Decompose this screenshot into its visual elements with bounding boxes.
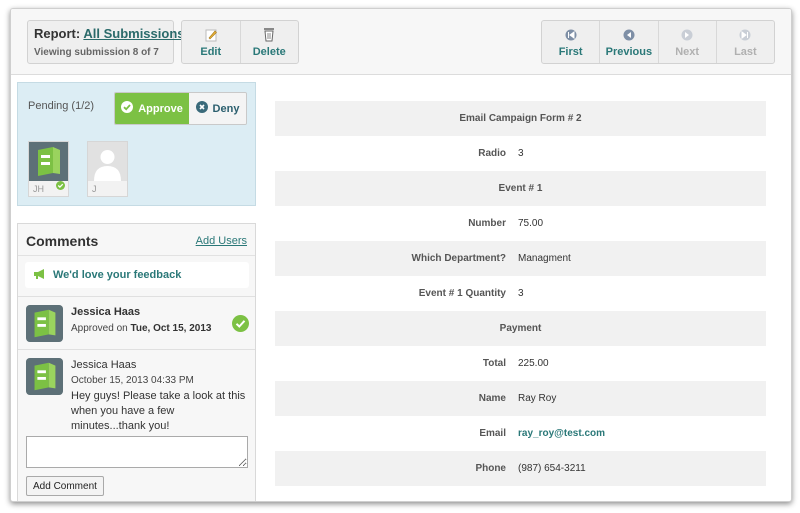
- edit-label: Edit: [200, 45, 222, 58]
- comment-input[interactable]: [26, 436, 248, 468]
- approver-card[interactable]: JH: [28, 141, 69, 197]
- approval-buttons: Approve Deny: [114, 92, 247, 125]
- approved-check-icon: [56, 181, 65, 193]
- field-value: 75.00: [518, 218, 544, 229]
- field-row: Email ray_roy@test.com: [275, 416, 766, 451]
- delete-button[interactable]: Delete: [239, 21, 299, 63]
- edit-button[interactable]: Edit: [182, 21, 240, 63]
- field-label: Which Department?: [411, 253, 506, 264]
- approver-initials: JH: [33, 184, 44, 194]
- approver-card[interactable]: J: [87, 141, 128, 197]
- field-value: 225.00: [518, 358, 549, 369]
- megaphone-icon: [33, 268, 47, 283]
- pager: First Previous Next Last: [541, 20, 775, 64]
- comment-text: Hey guys! Please take a look at this whe…: [71, 390, 246, 432]
- previous-icon: [623, 27, 635, 43]
- field-label: Name: [478, 393, 506, 404]
- section-row: Event # 1: [275, 171, 766, 206]
- approved-check-icon: [232, 315, 249, 335]
- section-title: Payment: [499, 323, 542, 334]
- logo-avatar: [29, 142, 68, 181]
- section-title: Event # 1: [498, 183, 543, 194]
- first-button[interactable]: First: [542, 21, 599, 63]
- comments-title: Comments: [26, 233, 99, 249]
- trash-icon: [262, 27, 276, 43]
- approve-button[interactable]: Approve: [115, 93, 189, 124]
- user-placeholder-icon: [88, 142, 127, 181]
- delete-label: Delete: [252, 45, 286, 58]
- last-icon: [739, 27, 751, 43]
- field-row: Number 75.00: [275, 206, 766, 241]
- last-button[interactable]: Last: [715, 21, 774, 63]
- feedback-link[interactable]: We'd love your feedback: [25, 262, 249, 288]
- field-value: (987) 654-3211: [518, 463, 586, 474]
- field-row: Phone (987) 654-3211: [275, 451, 766, 486]
- comments-header: Comments Add Users: [18, 224, 255, 256]
- comment-timestamp: October 15, 2013 04:33 PM: [71, 375, 194, 386]
- add-comment-button[interactable]: Add Comment: [26, 476, 104, 496]
- field-row: Which Department? Managment: [275, 241, 766, 276]
- next-button[interactable]: Next: [657, 21, 716, 63]
- action-group: Edit Delete: [181, 20, 299, 64]
- section-title: Email Campaign Form # 2: [459, 113, 582, 124]
- comment-body: Hey guys! Please take a look at this whe…: [26, 389, 249, 434]
- logo-avatar: [26, 305, 63, 342]
- add-users-link[interactable]: Add Users: [196, 235, 247, 247]
- approved-on-label: Approved on: [71, 323, 128, 334]
- field-label: Email: [479, 428, 506, 439]
- approval-panel: Pending (1/2) Approve Deny JH J: [17, 82, 256, 206]
- approve-label: Approve: [138, 102, 183, 115]
- comment-entry: Jessica Haas October 15, 2013 04:33 PM H…: [18, 349, 255, 432]
- submission-window: Report: All Submissions Viewing submissi…: [10, 8, 792, 502]
- field-value: Managment: [518, 253, 571, 264]
- submission-details: Email Campaign Form # 2 Radio 3 Event # 1 Nu…: [275, 101, 766, 486]
- field-label: Number: [468, 218, 506, 229]
- field-row: Name Ray Roy: [275, 381, 766, 416]
- field-value: 3: [518, 148, 524, 159]
- section-row: Payment: [275, 311, 766, 346]
- next-label: Next: [675, 45, 700, 58]
- field-row: Radio 3: [275, 136, 766, 171]
- feedback-label: We'd love your feedback: [53, 269, 182, 281]
- all-submissions-link[interactable]: All Submissions: [83, 26, 184, 41]
- pending-count: Pending (1/2): [28, 100, 95, 112]
- approved-date: Tue, Oct 15, 2013: [130, 323, 212, 334]
- field-row: Total 225.00: [275, 346, 766, 381]
- report-info: Report: All Submissions Viewing submissi…: [27, 20, 185, 64]
- email-link[interactable]: ray_roy@test.com: [518, 428, 766, 439]
- field-label: Radio: [478, 148, 506, 159]
- comment-entry: Jessica Haas Approved on Tue, Oct 15, 20…: [18, 296, 255, 349]
- field-row: Event # 1 Quantity 3: [275, 276, 766, 311]
- report-title: Report: All Submissions: [34, 26, 185, 41]
- field-value: 3: [518, 288, 524, 299]
- previous-label: Previous: [605, 45, 653, 58]
- section-row: Email Campaign Form # 2: [275, 101, 766, 136]
- field-value: Ray Roy: [518, 393, 557, 404]
- field-label: Total: [482, 358, 506, 369]
- first-icon: [565, 27, 577, 43]
- check-circle-icon: [121, 101, 134, 116]
- comment-author: Jessica Haas: [71, 306, 141, 318]
- field-label: Event # 1 Quantity: [418, 288, 506, 299]
- deny-button[interactable]: Deny: [189, 93, 246, 124]
- comment-author: Jessica Haas: [71, 359, 137, 371]
- field-label: Phone: [475, 463, 506, 474]
- report-prefix: Report:: [34, 26, 81, 41]
- comments-panel: Comments Add Users We'd love your feedba…: [17, 223, 256, 501]
- comment-meta: Approved on Tue, Oct 15, 2013: [71, 323, 211, 334]
- pencil-icon: [204, 27, 218, 43]
- viewing-status: Viewing submission 8 of 7: [34, 47, 159, 58]
- first-label: First: [558, 45, 583, 58]
- previous-button[interactable]: Previous: [599, 21, 657, 63]
- next-icon: [681, 27, 693, 43]
- deny-label: Deny: [212, 102, 240, 115]
- last-label: Last: [734, 45, 757, 58]
- x-circle-icon: [195, 101, 208, 116]
- approver-initials: J: [92, 184, 97, 194]
- toolbar: Report: All Submissions Viewing submissi…: [11, 9, 791, 75]
